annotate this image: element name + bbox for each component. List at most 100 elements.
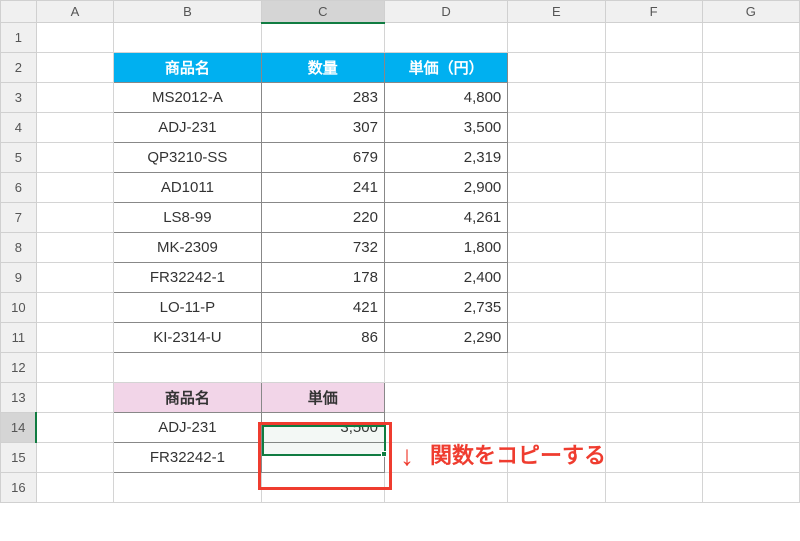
col-header-g[interactable]: G [702, 1, 799, 23]
row-header-7[interactable]: 7 [1, 203, 37, 233]
cell-e9[interactable] [508, 263, 605, 293]
cell-b16[interactable] [114, 473, 261, 503]
col-header-b[interactable]: B [114, 1, 261, 23]
cell-c15[interactable] [261, 443, 384, 473]
cell-e10[interactable] [508, 293, 605, 323]
cell-c1[interactable] [261, 23, 384, 53]
cell-d9[interactable]: 2,400 [384, 263, 507, 293]
cell-c16[interactable] [261, 473, 384, 503]
cell-a7[interactable] [36, 203, 113, 233]
cell-a16[interactable] [36, 473, 113, 503]
cell-f11[interactable] [605, 323, 702, 353]
cell-g7[interactable] [702, 203, 799, 233]
cell-a2[interactable] [36, 53, 113, 83]
cell-g16[interactable] [702, 473, 799, 503]
cell-e2[interactable] [508, 53, 605, 83]
cell-f7[interactable] [605, 203, 702, 233]
cell-f5[interactable] [605, 143, 702, 173]
row-header-9[interactable]: 9 [1, 263, 37, 293]
row-header-2[interactable]: 2 [1, 53, 37, 83]
cell-g1[interactable] [702, 23, 799, 53]
cell-c3[interactable]: 283 [261, 83, 384, 113]
cell-g14[interactable] [702, 413, 799, 443]
cell-a1[interactable] [36, 23, 113, 53]
row-header-5[interactable]: 5 [1, 143, 37, 173]
cell-d1[interactable] [384, 23, 507, 53]
cell-f14[interactable] [605, 413, 702, 443]
col-header-c[interactable]: C [261, 1, 384, 23]
cell-g15[interactable] [702, 443, 799, 473]
row-header-14[interactable]: 14 [1, 413, 37, 443]
cell-g8[interactable] [702, 233, 799, 263]
cell-a4[interactable] [36, 113, 113, 143]
cell-a6[interactable] [36, 173, 113, 203]
cell-f13[interactable] [605, 383, 702, 413]
cell-e11[interactable] [508, 323, 605, 353]
row-header-13[interactable]: 13 [1, 383, 37, 413]
cell-e1[interactable] [508, 23, 605, 53]
cell-b14[interactable]: ADJ-231 [114, 413, 261, 443]
spreadsheet-grid[interactable]: A B C D E F G 1 2 商品名 数量 単価（円） 3 MS2012-… [0, 0, 800, 503]
cell-d16[interactable] [384, 473, 507, 503]
cell-f15[interactable] [605, 443, 702, 473]
cell-e5[interactable] [508, 143, 605, 173]
cell-a14[interactable] [36, 413, 113, 443]
cell-b3[interactable]: MS2012-A [114, 83, 261, 113]
cell-d13[interactable] [384, 383, 507, 413]
col-header-a[interactable]: A [36, 1, 113, 23]
cell-e3[interactable] [508, 83, 605, 113]
row-header-11[interactable]: 11 [1, 323, 37, 353]
row-header-3[interactable]: 3 [1, 83, 37, 113]
cell-b2[interactable]: 商品名 [114, 53, 261, 83]
cell-d2[interactable]: 単価（円） [384, 53, 507, 83]
cell-e8[interactable] [508, 233, 605, 263]
cell-e6[interactable] [508, 173, 605, 203]
cell-f6[interactable] [605, 173, 702, 203]
cell-e16[interactable] [508, 473, 605, 503]
cell-b11[interactable]: KI-2314-U [114, 323, 261, 353]
cell-a5[interactable] [36, 143, 113, 173]
row-header-8[interactable]: 8 [1, 233, 37, 263]
cell-a12[interactable] [36, 353, 113, 383]
cell-g3[interactable] [702, 83, 799, 113]
cell-g5[interactable] [702, 143, 799, 173]
cell-c5[interactable]: 679 [261, 143, 384, 173]
cell-g2[interactable] [702, 53, 799, 83]
cell-c4[interactable]: 307 [261, 113, 384, 143]
col-header-e[interactable]: E [508, 1, 605, 23]
cell-f4[interactable] [605, 113, 702, 143]
cell-b13[interactable]: 商品名 [114, 383, 261, 413]
cell-a13[interactable] [36, 383, 113, 413]
cell-e4[interactable] [508, 113, 605, 143]
cell-b6[interactable]: AD1011 [114, 173, 261, 203]
cell-d7[interactable]: 4,261 [384, 203, 507, 233]
cell-a11[interactable] [36, 323, 113, 353]
cell-b8[interactable]: MK-2309 [114, 233, 261, 263]
cell-c12[interactable] [261, 353, 384, 383]
cell-b12[interactable] [114, 353, 261, 383]
cell-d5[interactable]: 2,319 [384, 143, 507, 173]
col-header-d[interactable]: D [384, 1, 507, 23]
cell-e13[interactable] [508, 383, 605, 413]
cell-f16[interactable] [605, 473, 702, 503]
cell-d3[interactable]: 4,800 [384, 83, 507, 113]
cell-a10[interactable] [36, 293, 113, 323]
cell-g13[interactable] [702, 383, 799, 413]
cell-b7[interactable]: LS8-99 [114, 203, 261, 233]
cell-b10[interactable]: LO-11-P [114, 293, 261, 323]
cell-g12[interactable] [702, 353, 799, 383]
row-header-4[interactable]: 4 [1, 113, 37, 143]
cell-c6[interactable]: 241 [261, 173, 384, 203]
cell-c2[interactable]: 数量 [261, 53, 384, 83]
cell-f12[interactable] [605, 353, 702, 383]
cell-d6[interactable]: 2,900 [384, 173, 507, 203]
row-header-10[interactable]: 10 [1, 293, 37, 323]
cell-d8[interactable]: 1,800 [384, 233, 507, 263]
cell-g6[interactable] [702, 173, 799, 203]
cell-c8[interactable]: 732 [261, 233, 384, 263]
cell-b15[interactable]: FR32242-1 [114, 443, 261, 473]
cell-a8[interactable] [36, 233, 113, 263]
cell-g4[interactable] [702, 113, 799, 143]
cell-f9[interactable] [605, 263, 702, 293]
cell-a15[interactable] [36, 443, 113, 473]
